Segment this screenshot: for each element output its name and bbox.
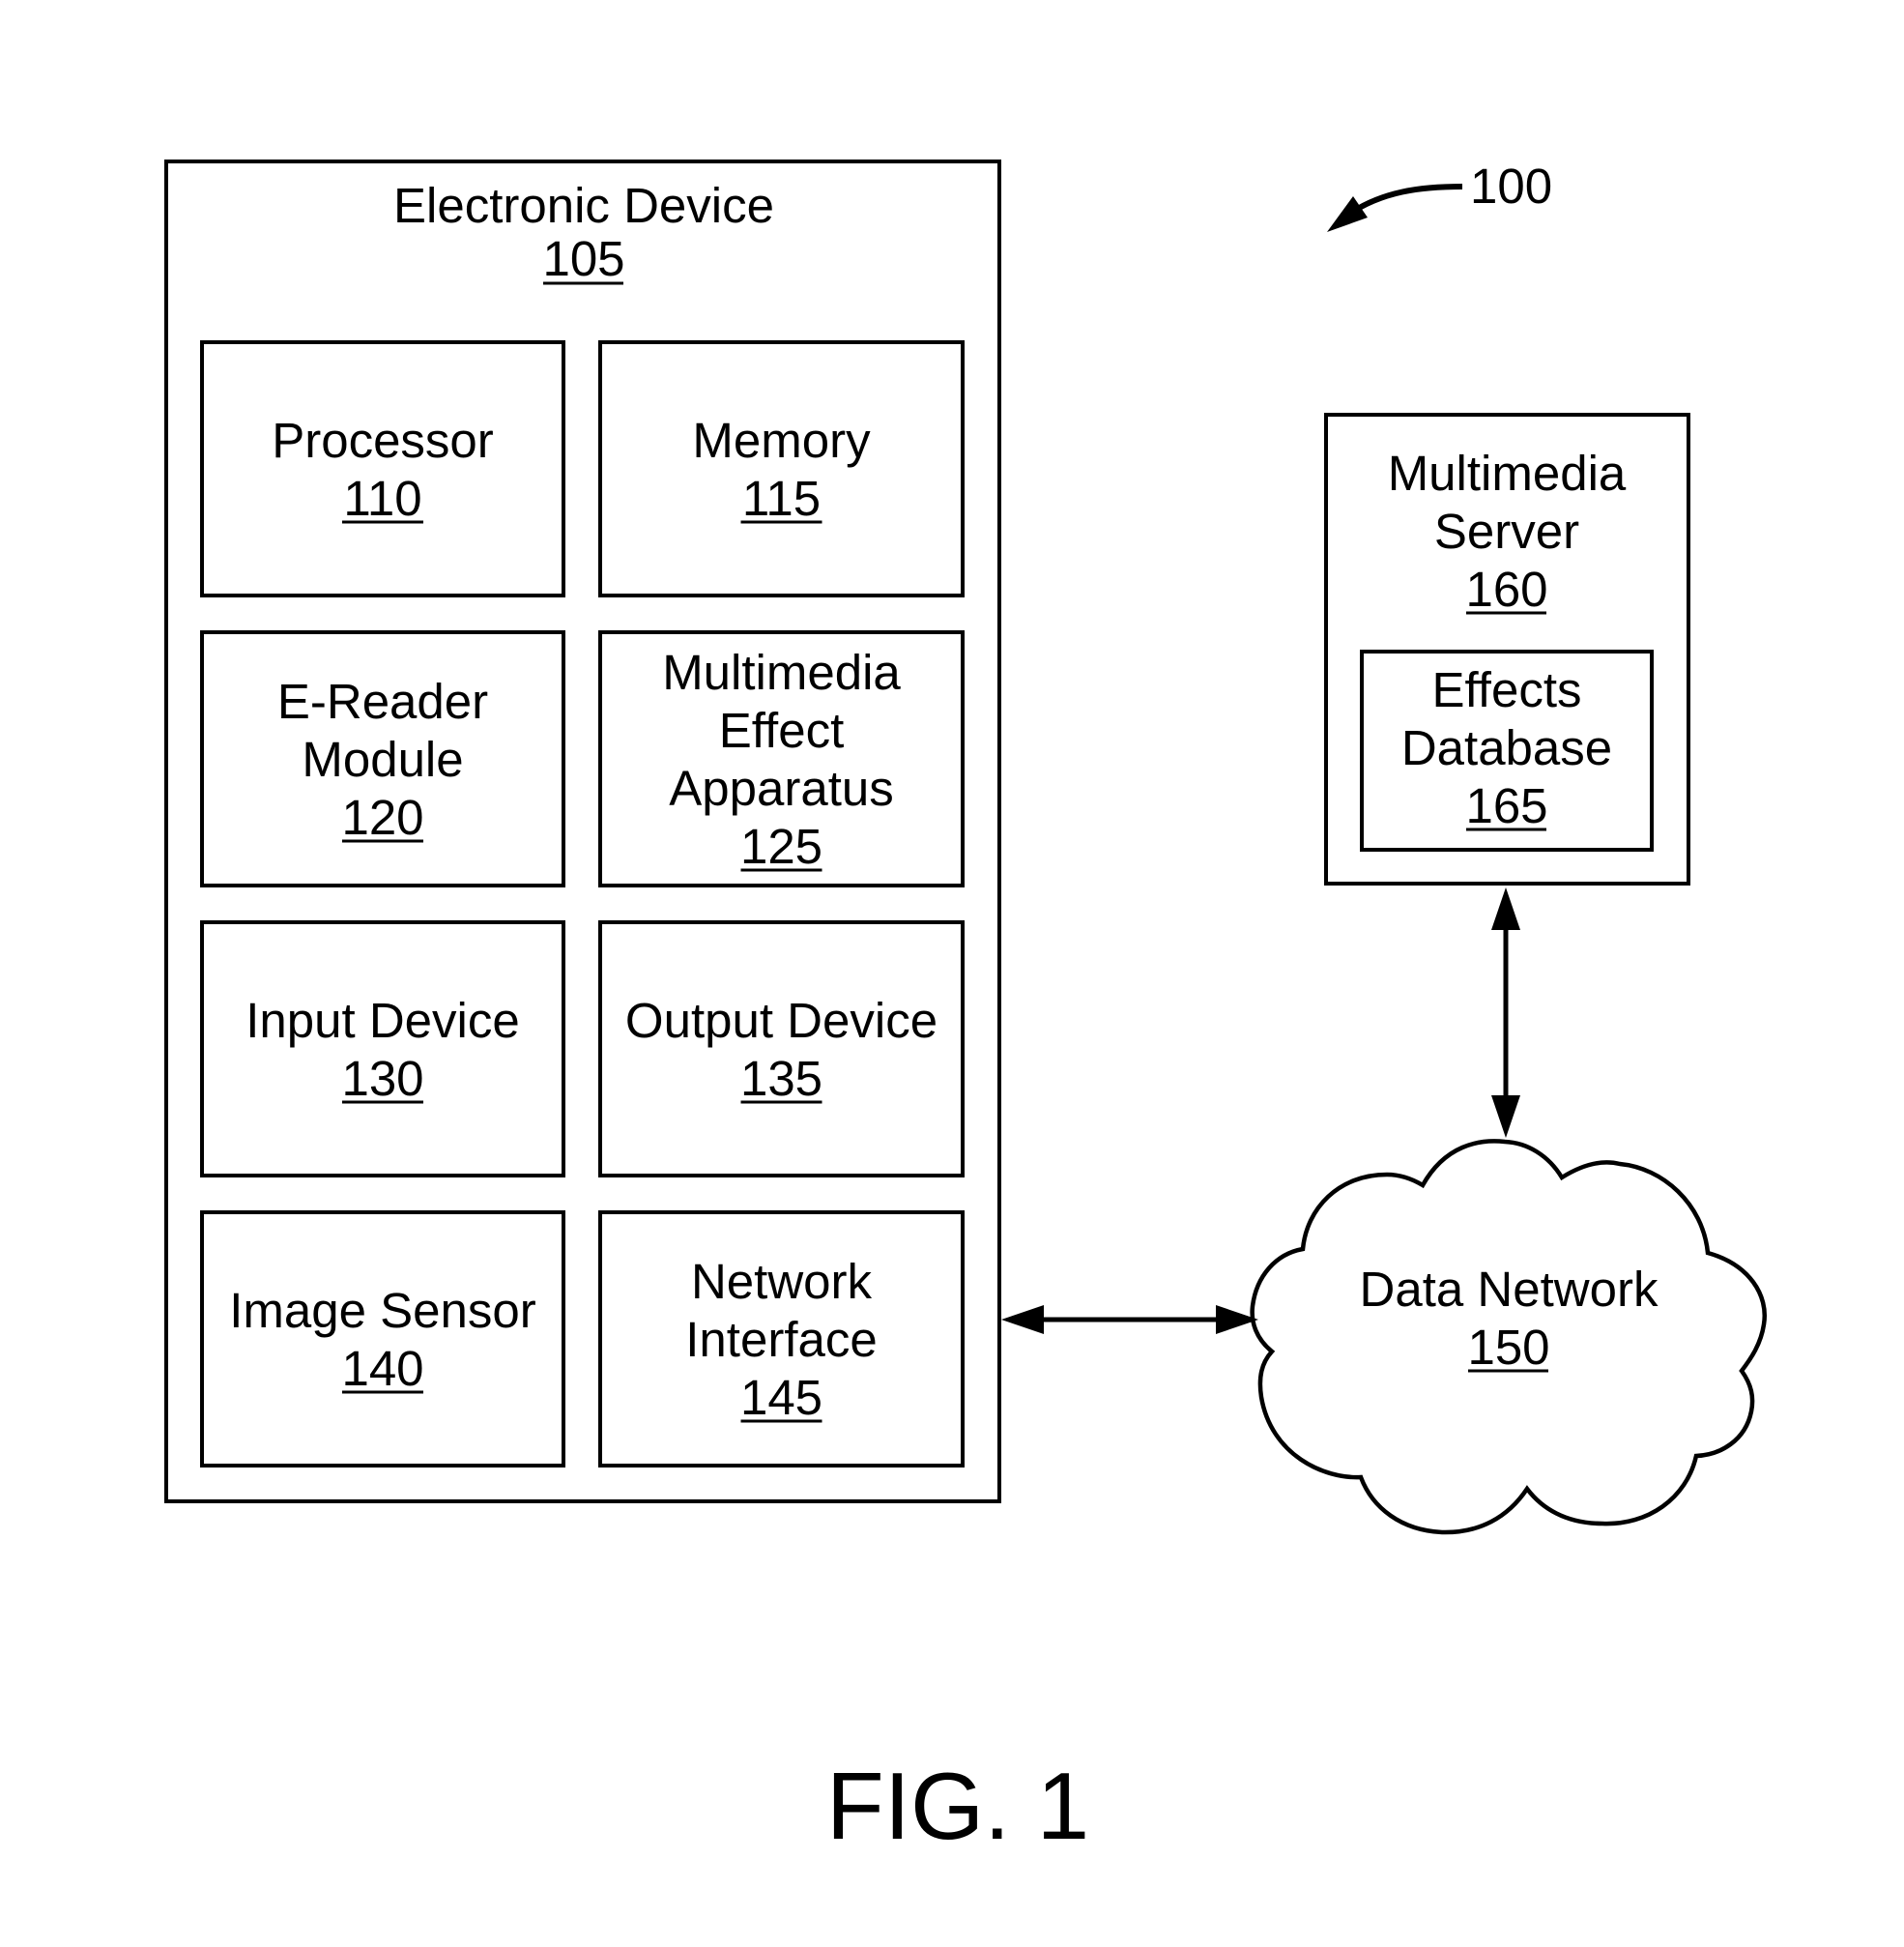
data-network-ref: 150 [1467,1320,1549,1375]
connection-server-network [1491,887,1520,1138]
data-network-label: Data Network [1360,1262,1659,1317]
component-label-line: Interface [685,1312,877,1367]
reference-arrow-icon [1346,184,1463,218]
component-box [200,340,565,597]
component-label-line: Network [691,1254,873,1309]
component-box [598,920,965,1177]
component-memory: Memory115 [598,340,965,597]
component-box [200,1210,565,1468]
component-label-line: Module [302,732,463,787]
component-label-line: Memory [692,413,871,468]
system-reference: 100 [1327,159,1552,232]
component-network-interface: NetworkInterface145 [598,1210,965,1468]
component-output-device: Output Device135 [598,920,965,1177]
component-ref: 120 [341,790,423,845]
effects-database-line-2: Database [1401,720,1612,775]
component-ref: 140 [341,1341,423,1396]
component-ref: 135 [740,1051,822,1106]
component-ref: 130 [341,1051,423,1106]
block-diagram: 100 Electronic Device 105 Processor110Me… [164,159,1767,1859]
arrowhead-up-icon [1491,887,1520,930]
component-box [598,340,965,597]
component-ref: 125 [740,819,822,874]
effects-database: Effects Database 165 [1360,650,1654,852]
component-e-reader-module: E-ReaderModule120 [200,630,565,887]
arrowhead-down-icon [1491,1095,1520,1138]
arrowhead-left-icon [1001,1305,1044,1334]
component-label-line: Processor [272,413,494,468]
component-label-line: Multimedia [662,645,901,700]
component-box [200,920,565,1177]
component-multimedia-effect-apparatus: MultimediaEffectApparatus125 [598,630,965,887]
multimedia-server-line-1: Multimedia [1388,446,1627,501]
component-input-device: Input Device130 [200,920,565,1177]
figure-caption: FIG. 1 [826,1753,1089,1859]
component-label-line: Image Sensor [229,1283,536,1338]
component-image-sensor: Image Sensor140 [200,1210,565,1468]
component-ref: 145 [740,1370,822,1425]
multimedia-server-line-2: Server [1434,504,1579,559]
electronic-device-ref: 105 [542,231,624,286]
effects-database-ref: 165 [1465,778,1547,833]
data-network: Data Network 150 [1250,1139,1767,1535]
component-label-line: Apparatus [669,761,894,816]
multimedia-server: Multimedia Server 160 Effects Database 1… [1324,413,1690,886]
component-label-line: Output Device [625,993,938,1048]
component-ref: 110 [343,471,421,526]
component-ref: 115 [742,471,821,526]
electronic-device-title: Electronic Device [393,178,774,233]
system-reference-label: 100 [1470,159,1552,214]
multimedia-server-ref: 160 [1465,562,1547,617]
component-label-line: Effect [719,703,844,758]
component-processor: Processor110 [200,340,565,597]
electronic-device: Electronic Device 105 Processor110Memory… [164,160,1001,1503]
connection-device-network [1001,1305,1258,1334]
component-label-line: Input Device [245,993,520,1048]
component-label-line: E-Reader [277,674,488,729]
reference-arrowhead-icon [1327,196,1368,232]
effects-database-line-1: Effects [1432,662,1582,717]
